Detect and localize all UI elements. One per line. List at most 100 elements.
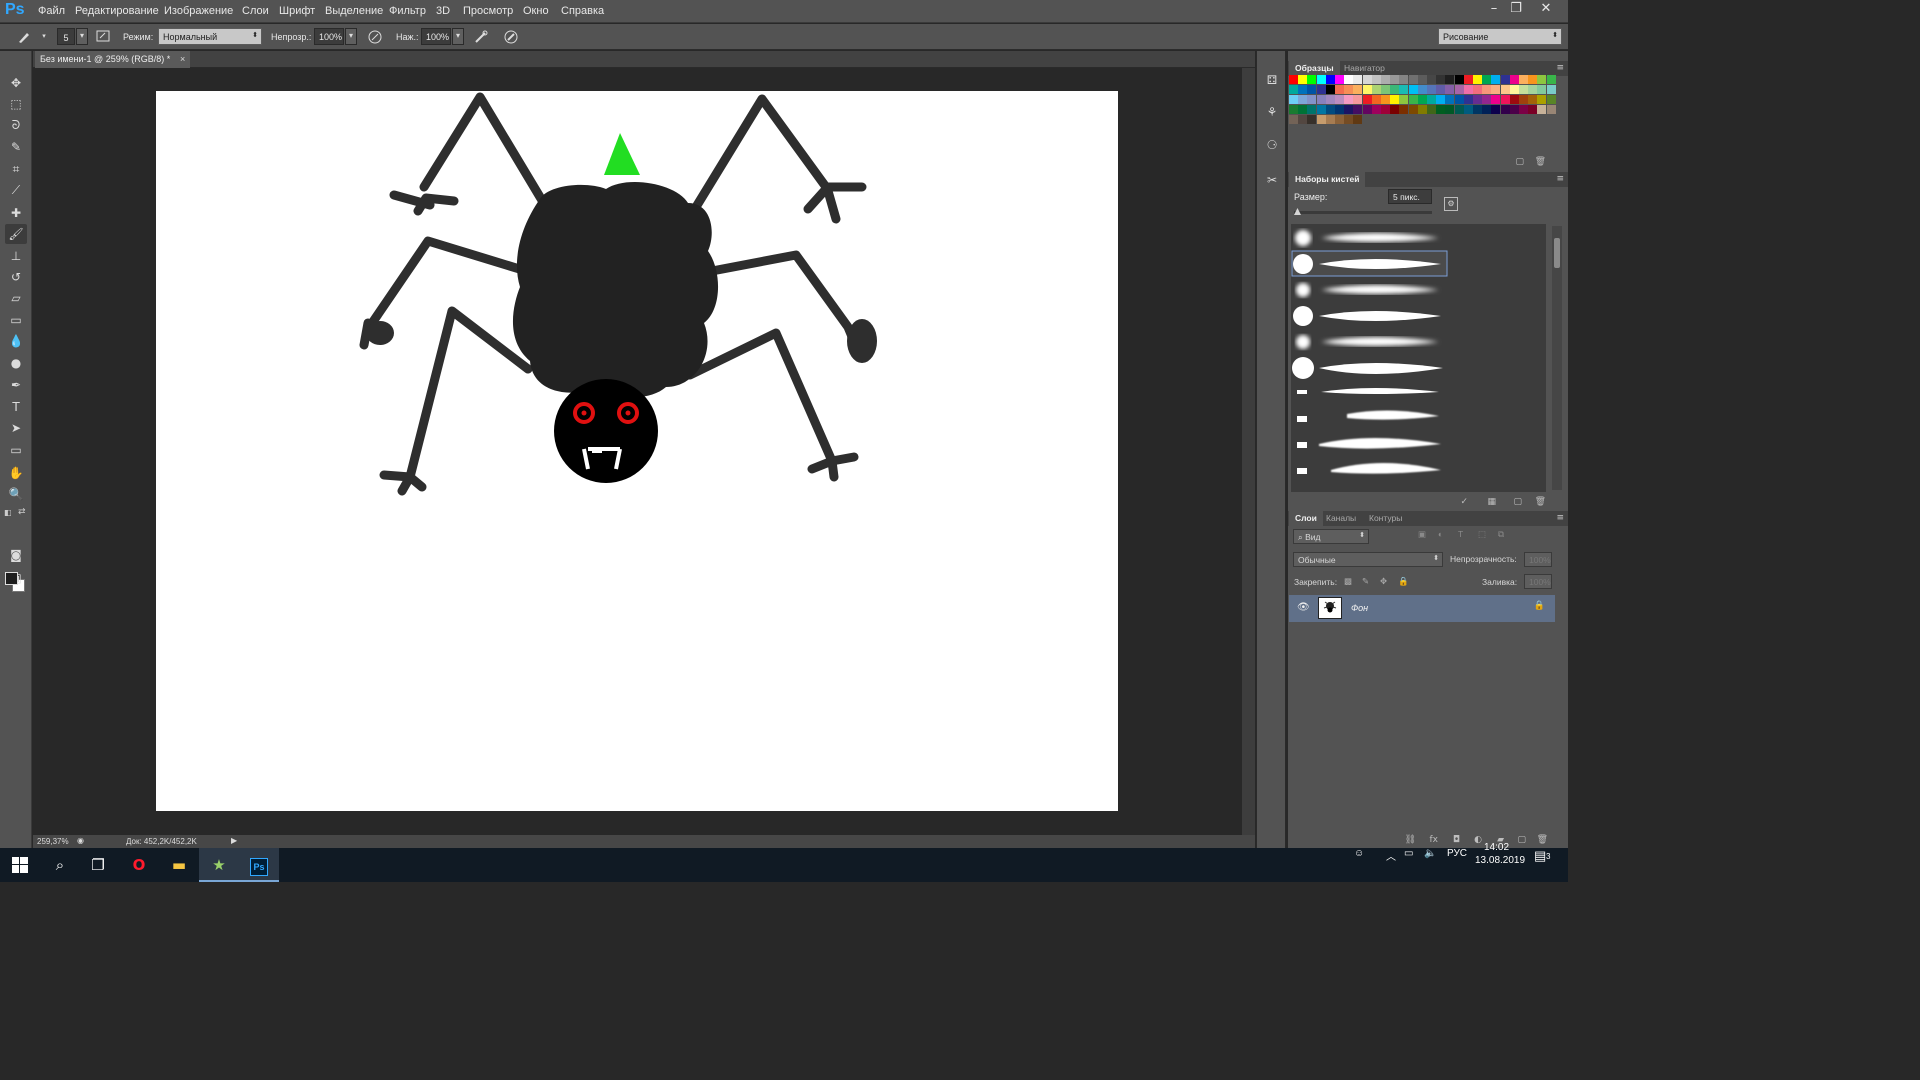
close-button[interactable]: ✕ xyxy=(1535,1,1557,19)
slider-thumb[interactable] xyxy=(1294,208,1301,215)
menu-view[interactable]: Просмотр xyxy=(463,5,513,17)
airbrush-icon[interactable] xyxy=(473,29,489,45)
action-center-icon[interactable]: ▤ xyxy=(1534,848,1546,882)
color-swatch[interactable] xyxy=(1427,95,1436,104)
eyedropper-tool-icon[interactable]: ⟋ xyxy=(5,180,27,200)
color-swatch[interactable] xyxy=(1316,85,1326,94)
delete-swatch-icon[interactable]: 🗑 xyxy=(1535,157,1546,167)
close-icon[interactable]: × xyxy=(180,51,185,68)
color-swatch[interactable] xyxy=(1362,105,1372,114)
show-hidden-icons-icon[interactable]: ︿ xyxy=(1386,848,1396,882)
color-swatch[interactable] xyxy=(1509,75,1519,84)
color-swatch[interactable] xyxy=(1417,75,1427,84)
adjustment-layer-icon[interactable]: ◐ xyxy=(1474,835,1482,845)
tab-swatches[interactable]: Образцы xyxy=(1289,61,1340,76)
lock-position-icon[interactable]: ✥ xyxy=(1380,576,1387,587)
brush-size-slider[interactable] xyxy=(1294,208,1432,215)
color-swatch[interactable] xyxy=(1381,105,1390,114)
pen-tool-icon[interactable]: ✒ xyxy=(5,375,27,395)
history-brush-tool-icon[interactable]: ↺ xyxy=(5,267,27,287)
color-swatch[interactable] xyxy=(1344,95,1354,104)
movie-maker-icon[interactable]: ★ xyxy=(199,848,239,882)
link-layers-icon[interactable]: ⛓ xyxy=(1405,835,1416,845)
color-swatch[interactable] xyxy=(1307,95,1317,104)
color-swatch[interactable] xyxy=(1390,75,1400,84)
canvas-area[interactable] xyxy=(33,68,1242,835)
color-swatch[interactable] xyxy=(1344,75,1354,84)
menu-help[interactable]: Справка xyxy=(561,5,604,17)
tab-paths[interactable]: Контуры xyxy=(1363,511,1408,526)
color-swatch[interactable] xyxy=(1316,105,1326,114)
color-swatch[interactable] xyxy=(1528,105,1538,114)
tool-presets-panel-icon[interactable]: ✂ xyxy=(1262,169,1282,191)
brush-tool-preset-icon[interactable] xyxy=(16,29,32,45)
filter-type-icon[interactable]: T xyxy=(1458,529,1463,539)
color-swatch[interactable] xyxy=(1298,75,1308,84)
color-swatch[interactable] xyxy=(1316,115,1326,124)
marquee-tool-icon[interactable]: ⬚ xyxy=(5,94,27,114)
swatches-grid[interactable] xyxy=(1289,75,1557,129)
color-swatch[interactable] xyxy=(1546,105,1556,114)
hand-tool-icon[interactable]: ✋ xyxy=(5,463,27,483)
menu-type[interactable]: Шрифт xyxy=(279,5,315,17)
color-swatch[interactable] xyxy=(1399,75,1409,84)
color-swatch[interactable] xyxy=(1371,95,1381,104)
color-swatch[interactable] xyxy=(1537,95,1547,104)
color-swatch[interactable] xyxy=(1473,105,1482,114)
minimize-button[interactable]: – xyxy=(1483,1,1505,19)
color-swatch[interactable] xyxy=(1289,95,1298,104)
document-tab[interactable]: Без имени-1 @ 259% (RGB/8) * × xyxy=(35,51,191,68)
color-swatch[interactable] xyxy=(1509,105,1519,114)
color-swatch[interactable] xyxy=(1371,75,1381,84)
status-menu-arrow-icon[interactable]: ▶ xyxy=(231,836,237,845)
brush-size-picker[interactable]: 5 xyxy=(57,28,75,45)
color-swatch[interactable] xyxy=(1307,105,1317,114)
color-swatch[interactable] xyxy=(1335,75,1344,84)
color-swatch[interactable] xyxy=(1445,105,1455,114)
opacity-input[interactable]: 100% xyxy=(314,28,344,45)
color-swatch[interactable] xyxy=(1289,85,1298,94)
color-swatch[interactable] xyxy=(1445,85,1455,94)
color-swatch[interactable] xyxy=(1454,95,1464,104)
filter-adjustment-icon[interactable]: ◐ xyxy=(1438,529,1443,539)
color-swatch[interactable] xyxy=(1353,105,1363,114)
filter-smart-object-icon[interactable]: ⧉ xyxy=(1498,529,1504,540)
pressure-opacity-icon[interactable] xyxy=(367,29,383,45)
color-swatch[interactable] xyxy=(1298,85,1308,94)
color-swatch[interactable] xyxy=(1491,95,1501,104)
people-icon[interactable]: ☺ xyxy=(1354,848,1364,882)
healing-brush-tool-icon[interactable]: ✚ xyxy=(5,203,27,223)
menu-image[interactable]: Изображение xyxy=(164,5,233,17)
color-swatch[interactable] xyxy=(1390,105,1400,114)
color-swatch[interactable] xyxy=(1390,95,1400,104)
color-swatch[interactable] xyxy=(1491,75,1501,84)
color-swatch[interactable] xyxy=(1316,95,1326,104)
history-panel-icon[interactable]: ⚃ xyxy=(1262,69,1282,91)
color-swatch[interactable] xyxy=(1436,85,1446,94)
status-info-icon[interactable]: ◉ xyxy=(77,836,84,845)
network-icon[interactable]: ▭ xyxy=(1404,848,1413,882)
pressure-dropdown[interactable]: ▾ xyxy=(452,28,464,45)
brush-size-input[interactable]: 5 пикс. xyxy=(1388,189,1432,204)
color-swatch[interactable] xyxy=(1307,75,1317,84)
shape-tool-icon[interactable]: ▭ xyxy=(5,440,27,460)
filter-pixel-icon[interactable]: ▣ xyxy=(1418,529,1426,540)
mode-select[interactable]: Нормальный ⬍ xyxy=(158,28,262,45)
new-layer-icon[interactable]: ▢ xyxy=(1517,835,1526,845)
color-swatch[interactable] xyxy=(1298,105,1308,114)
color-swatch[interactable] xyxy=(1519,75,1528,84)
layer-filter-select[interactable]: ⌕ Вид ⬍ xyxy=(1293,529,1369,544)
color-swatch[interactable] xyxy=(1427,75,1436,84)
blend-mode-select[interactable]: Обычные ⬍ xyxy=(1293,552,1443,567)
blur-tool-icon[interactable]: 💧 xyxy=(5,331,27,351)
color-swatch[interactable] xyxy=(1298,115,1308,124)
color-swatch[interactable] xyxy=(1390,85,1400,94)
panel-menu-icon[interactable]: ≡ xyxy=(1556,61,1564,76)
color-swatch[interactable] xyxy=(1298,95,1308,104)
color-swatch[interactable] xyxy=(1436,105,1446,114)
dodge-tool-icon[interactable]: ● xyxy=(5,353,27,373)
menu-edit[interactable]: Редактирование xyxy=(75,5,159,17)
color-swatch[interactable] xyxy=(1463,105,1473,114)
color-swatch[interactable] xyxy=(1436,95,1446,104)
color-swatch[interactable] xyxy=(1546,75,1556,84)
